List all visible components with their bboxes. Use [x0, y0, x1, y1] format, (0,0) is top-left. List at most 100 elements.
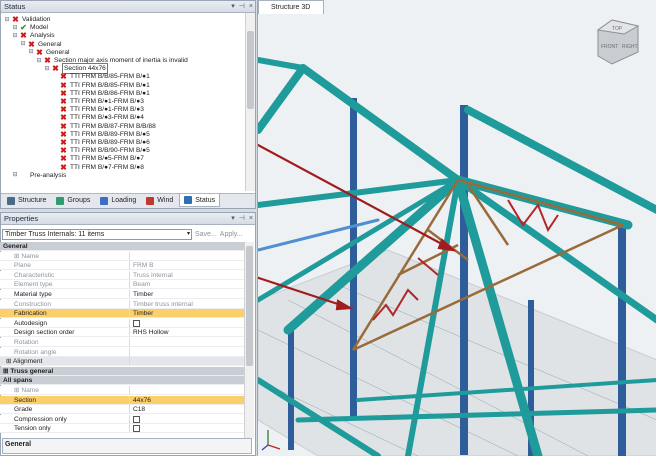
property-row[interactable]: Fabrication Timber — [0, 309, 244, 319]
scroll-thumb[interactable] — [246, 246, 253, 366]
tree-expander-icon[interactable]: ⊟ — [12, 25, 18, 31]
tree-expander-icon[interactable]: ⊟ — [12, 172, 18, 178]
property-value[interactable]: RHS Hollow — [130, 328, 244, 338]
property-value[interactable] — [130, 347, 244, 357]
error-icon: ✖ — [60, 105, 67, 115]
property-value[interactable] — [130, 386, 244, 395]
error-icon: ✖ — [60, 97, 67, 106]
property-value[interactable] — [130, 376, 244, 386]
property-row[interactable]: Characteristic Truss internal — [0, 270, 244, 280]
tree-node[interactable]: ⊟ Pre-analysis — [12, 171, 66, 180]
tree-expander-icon[interactable] — [52, 148, 58, 154]
property-row[interactable]: Tension only — [0, 424, 244, 434]
property-value[interactable] — [130, 424, 244, 434]
structure-3d-canvas[interactable]: TOP FRONT RIGHT — [258, 0, 656, 456]
property-value[interactable]: Timber truss internal — [130, 299, 244, 309]
property-name: Design section order — [0, 328, 130, 338]
tab-status[interactable]: Status — [179, 194, 221, 207]
tree-expander-icon[interactable] — [52, 123, 58, 129]
tree-expander-icon[interactable]: ⊟ — [36, 58, 42, 64]
property-row[interactable]: Section 44x76 — [0, 395, 244, 405]
tree-expander-icon[interactable]: ⊟ — [20, 41, 26, 47]
tree-expander-icon[interactable] — [52, 99, 58, 105]
tab-groups[interactable]: Groups — [52, 194, 94, 207]
status-tree[interactable]: ⊟ ✖ Validation ⊟ ✔ Model ⊟ ✖ Analysis ⊟ ✖ General ⊟ ✖… — [1, 13, 245, 189]
property-value[interactable] — [130, 414, 244, 424]
pin-icon[interactable]: ⊣ — [239, 1, 245, 13]
apply-button[interactable]: Apply... — [220, 229, 243, 240]
property-category[interactable]: All spans — [0, 376, 244, 386]
pin-icon[interactable]: ⊣ — [239, 213, 245, 225]
checkbox[interactable] — [133, 319, 140, 327]
property-row[interactable]: Construction Timber truss internal — [0, 299, 244, 309]
property-name-text: Compression only — [14, 415, 67, 423]
property-name-text: Rotation angle — [14, 348, 57, 356]
tree-expander-icon[interactable] — [52, 90, 58, 96]
property-row[interactable]: Autodesign — [0, 318, 244, 328]
property-value[interactable]: Timber — [130, 309, 244, 319]
checkbox[interactable] — [133, 415, 140, 423]
property-name: Fabrication — [0, 309, 130, 319]
property-row[interactable]: Material type Timber — [0, 290, 244, 299]
property-row[interactable]: Element type Beam — [0, 280, 244, 290]
property-name-text: Element type — [14, 281, 53, 289]
dropdown-icon[interactable]: ▾ — [231, 1, 235, 13]
property-value[interactable] — [130, 338, 244, 347]
status-scrollbar[interactable] — [245, 13, 255, 191]
property-value[interactable]: Truss internal — [130, 270, 244, 280]
property-value[interactable] — [130, 242, 244, 251]
tab-structure[interactable]: Structure — [3, 194, 50, 207]
tree-expander-icon[interactable]: ⊟ — [44, 66, 50, 72]
status-panel: Status ▾ ⊣ × ⊟ ✖ Validation ⊟ ✔ Model ⊟ ✖ Analys… — [0, 0, 256, 209]
selection-dropdown[interactable]: Timber Truss Internals: 11 items ▾ — [2, 229, 192, 240]
tree-expander-icon[interactable]: ⊟ — [4, 17, 10, 23]
tree-expander-icon[interactable]: ⊟ — [28, 49, 34, 55]
property-row[interactable]: Rotation angle — [0, 347, 244, 357]
property-value[interactable] — [130, 366, 244, 376]
tree-expander-icon[interactable] — [52, 164, 58, 170]
property-value[interactable] — [130, 318, 244, 328]
close-icon[interactable]: × — [249, 213, 253, 225]
property-value[interactable]: 44x76 — [130, 395, 244, 405]
tree-expander-icon[interactable]: ⊟ — [12, 33, 18, 39]
tree-expander-icon[interactable] — [52, 82, 58, 88]
property-category[interactable]: General — [0, 242, 244, 251]
status-panel-header: Status ▾ ⊣ × — [1, 1, 255, 13]
properties-scrollbar[interactable] — [244, 242, 254, 438]
tree-expander-icon[interactable] — [52, 107, 58, 113]
property-row[interactable]: ⊞ Alignment — [0, 357, 244, 367]
property-value[interactable]: Timber — [130, 290, 244, 299]
dropdown-icon[interactable]: ▾ — [231, 213, 235, 225]
tree-expander-icon[interactable] — [52, 140, 58, 146]
property-name-text: General — [3, 243, 28, 250]
property-row[interactable]: Design section order RHS Hollow — [0, 328, 244, 338]
tab-structure-3d[interactable]: Structure 3D — [258, 0, 324, 14]
property-name-text: Section — [14, 396, 36, 404]
property-name: Tension only — [0, 424, 130, 434]
property-row[interactable]: ⊞ Name — [0, 386, 244, 395]
property-row[interactable]: ⊞ Name — [0, 251, 244, 261]
tree-expander-icon[interactable] — [52, 115, 58, 121]
property-value[interactable]: FRM B — [130, 261, 244, 271]
tree-expander-icon[interactable] — [52, 74, 58, 80]
save-button[interactable]: Save... — [195, 229, 217, 240]
tab-wind[interactable]: Wind — [142, 194, 177, 207]
selection-bar: Timber Truss Internals: 11 items ▾ Save.… — [2, 229, 252, 240]
tree-expander-icon[interactable] — [52, 156, 58, 162]
property-row[interactable]: Compression only — [0, 414, 244, 424]
property-row[interactable]: Rotation — [0, 338, 244, 347]
tab-loading[interactable]: Loading — [96, 194, 140, 207]
property-value[interactable]: Beam — [130, 280, 244, 290]
scroll-thumb[interactable] — [247, 31, 254, 109]
view-cube[interactable]: TOP FRONT RIGHT — [596, 19, 640, 65]
tree-expander-icon[interactable] — [52, 131, 58, 137]
checkbox[interactable] — [133, 425, 140, 433]
structure-3d-view[interactable]: TOP FRONT RIGHT — [257, 0, 656, 456]
property-value[interactable]: C18 — [130, 405, 244, 415]
property-value[interactable] — [130, 251, 244, 261]
property-value[interactable] — [130, 357, 244, 367]
property-row[interactable]: Plane FRM B — [0, 261, 244, 271]
close-icon[interactable]: × — [249, 1, 253, 13]
property-row[interactable]: Grade C18 — [0, 405, 244, 415]
property-category[interactable]: ⊞ Truss general — [0, 366, 244, 376]
